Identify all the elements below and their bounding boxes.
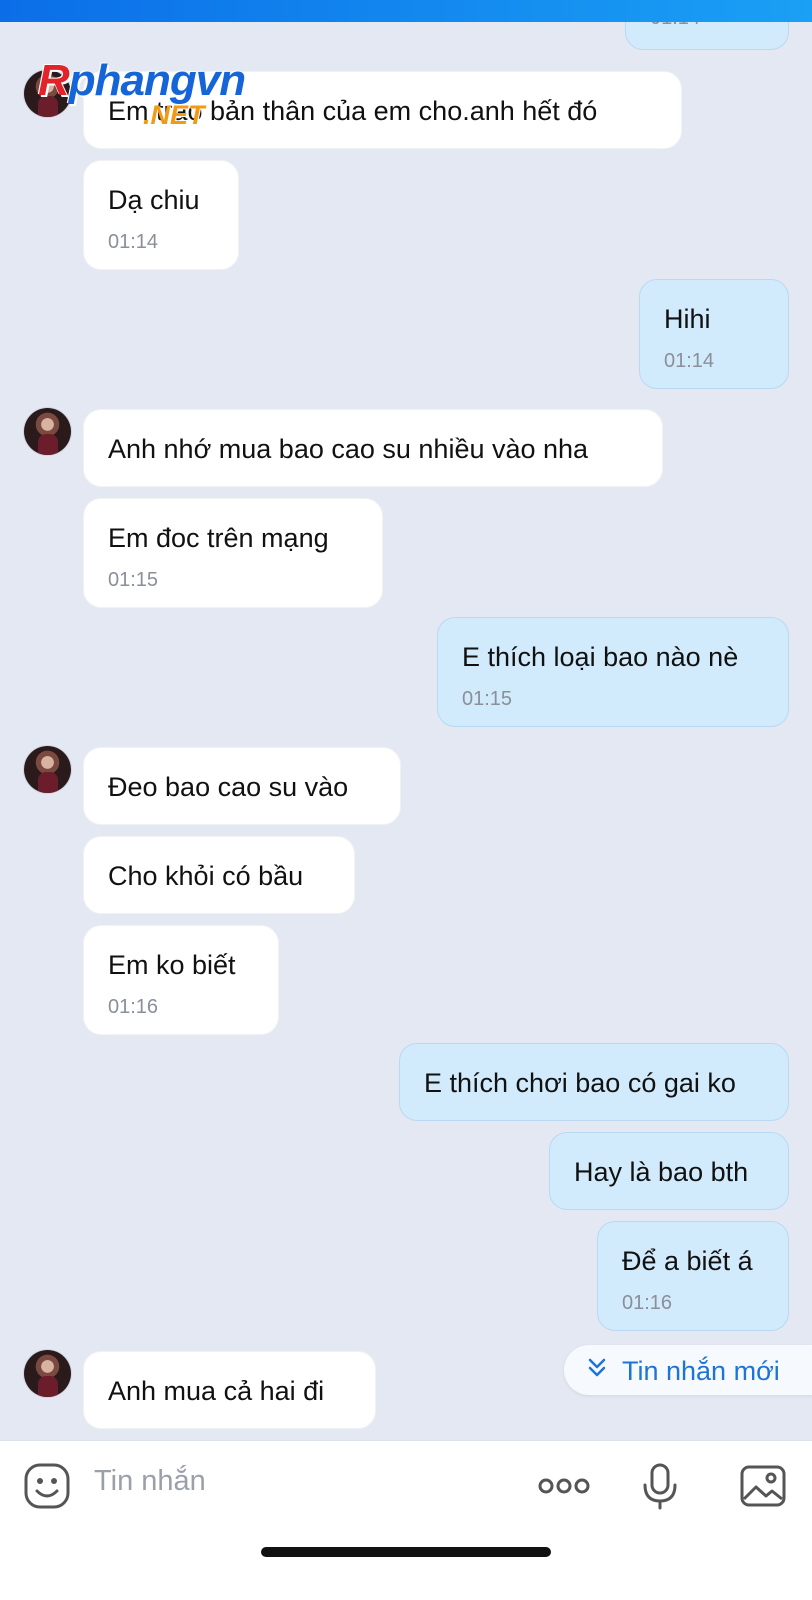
message-bubble-sent[interactable]: E thích loại bao nào nè 01:15: [437, 617, 789, 727]
contact-avatar[interactable]: [24, 408, 71, 455]
home-indicator: [261, 1547, 551, 1557]
composer-bar: Tin nhắn: [0, 1440, 812, 1600]
double-chevron-down-icon: [588, 1358, 606, 1377]
message-text: Em trao bản thân của em cho.anh hết đó: [108, 96, 598, 126]
new-message-label: Tin nhắn mới: [622, 1356, 780, 1386]
message-bubble-received[interactable]: Anh nhớ mua bao cao su nhiều vào nha: [83, 409, 663, 487]
message-bubble-received[interactable]: Em ko biết 01:16: [83, 925, 279, 1035]
message-text: Dạ chiu: [108, 185, 200, 215]
message-text: Để a biết á: [622, 1246, 753, 1276]
more-icon[interactable]: [536, 1461, 592, 1511]
new-message-button[interactable]: Tin nhắn mới: [564, 1345, 812, 1395]
contact-avatar[interactable]: [24, 70, 71, 117]
message-bubble-sent[interactable]: E thích chơi bao có gai ko: [399, 1043, 789, 1121]
message-bubble-received[interactable]: Đeo bao cao su vào: [83, 747, 401, 825]
emoji-icon[interactable]: [22, 1461, 72, 1511]
message-bubble-received[interactable]: Cho khỏi có bầu: [83, 836, 355, 914]
message-text: E thích loại bao nào nè: [462, 642, 739, 672]
message-bubble-sent[interactable]: Hay là bao bth: [549, 1132, 789, 1210]
chat-screen: 01:14 Em trao bản thân của em cho.anh hế…: [0, 0, 812, 1600]
top-bar: [0, 0, 812, 22]
message-text: E thích chơi bao có gai ko: [424, 1068, 736, 1098]
message-text: Hihi: [664, 304, 711, 334]
message-time: 01:14: [650, 22, 700, 30]
message-bubble-sent[interactable]: 01:14: [625, 22, 789, 50]
contact-avatar[interactable]: [24, 1350, 71, 1397]
message-time: 01:15: [108, 569, 159, 591]
message-text: Cho khỏi có bầu: [108, 861, 304, 891]
message-text: Em ko biết: [108, 950, 236, 980]
message-time: 01:15: [462, 688, 513, 710]
contact-avatar[interactable]: [24, 746, 71, 793]
message-bubble-received[interactable]: Dạ chiu 01:14: [83, 160, 239, 270]
message-text: Em đoc trên mạng: [108, 523, 329, 553]
microphone-icon[interactable]: [635, 1461, 685, 1511]
message-input[interactable]: Tin nhắn: [94, 1465, 206, 1498]
message-text: Hay là bao bth: [574, 1157, 749, 1187]
message-bubble-received[interactable]: Anh mua cả hai đi: [83, 1351, 376, 1429]
message-list[interactable]: 01:14 Em trao bản thân của em cho.anh hế…: [0, 22, 812, 1440]
message-bubble-received[interactable]: Em trao bản thân của em cho.anh hết đó: [83, 71, 682, 149]
image-icon[interactable]: [738, 1461, 788, 1511]
message-text: Đeo bao cao su vào: [108, 772, 349, 802]
message-text: Anh mua cả hai đi: [108, 1376, 325, 1406]
message-bubble-received[interactable]: Em đoc trên mạng 01:15: [83, 498, 383, 608]
message-bubble-sent[interactable]: Hihi 01:14: [639, 279, 789, 389]
message-time: 01:14: [108, 231, 159, 253]
message-time: 01:14: [664, 350, 715, 372]
message-time: 01:16: [108, 996, 159, 1018]
message-text: Anh nhớ mua bao cao su nhiều vào nha: [108, 434, 589, 464]
message-time: 01:16: [622, 1292, 673, 1314]
message-bubble-sent[interactable]: Để a biết á 01:16: [597, 1221, 789, 1331]
